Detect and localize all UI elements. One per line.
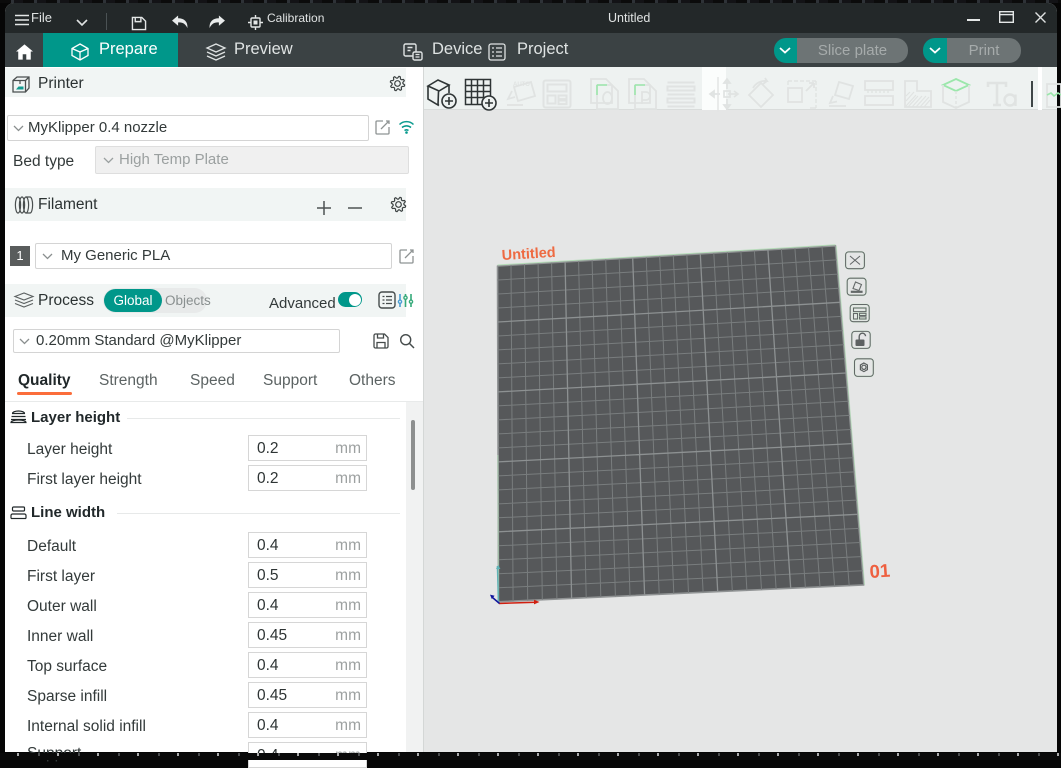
svg-text:Untitled: Untitled xyxy=(501,245,556,264)
svg-text:01: 01 xyxy=(869,560,891,582)
